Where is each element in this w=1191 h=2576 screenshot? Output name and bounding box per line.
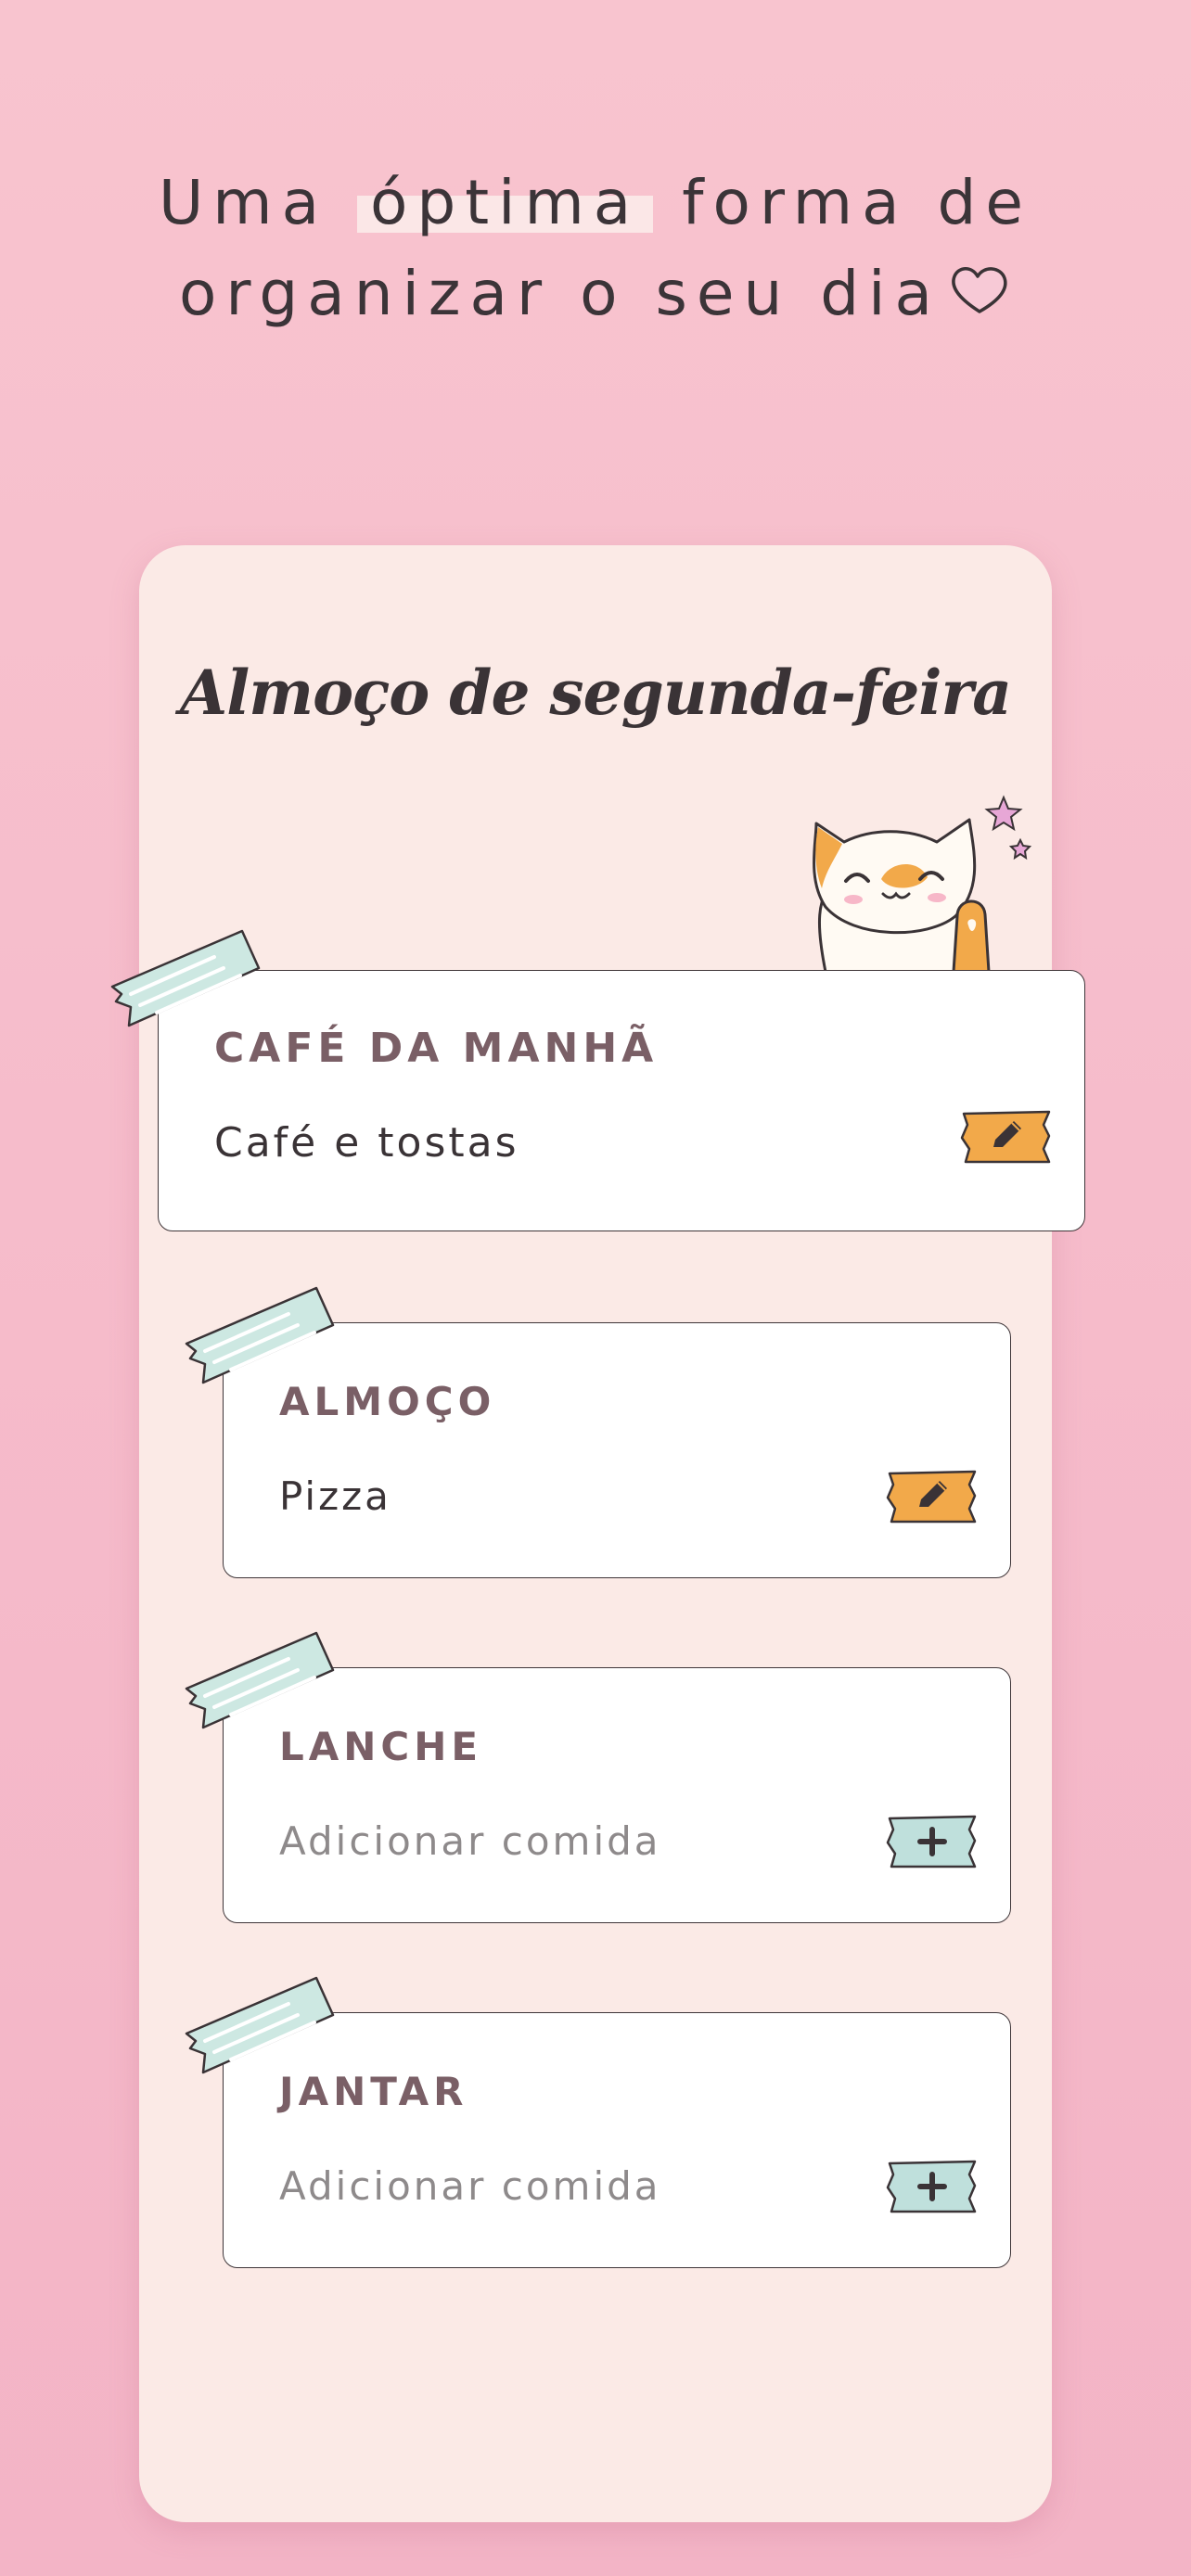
meal-value: Café e tostas [214, 1119, 519, 1167]
meal-row-snack[interactable]: LANCHE Adicionar comida [185, 1631, 1011, 1923]
headline-text: forma de [653, 167, 1033, 238]
add-button[interactable] [886, 2158, 979, 2215]
add-food-placeholder[interactable]: Adicionar comida [279, 1818, 661, 1864]
edit-button[interactable] [960, 1108, 1053, 1166]
washi-tape [185, 1631, 335, 1729]
star-icon [984, 795, 1023, 832]
meal-label: LANCHE [279, 1724, 483, 1769]
meal-label: CAFÉ DA MANHÃ [214, 1025, 659, 1072]
meal-label: ALMOÇO [279, 1379, 496, 1424]
headline-text: Uma [158, 167, 357, 238]
card-title: Almoço de segunda-feira [179, 657, 1012, 729]
meal-card: Almoço de segunda-feira CAFÉ DA MANHÃ Ca… [110, 545, 1085, 2522]
edit-button[interactable] [886, 1468, 979, 1525]
headline-text: organizar o seu dia [179, 258, 941, 329]
meal-label: JANTAR [279, 2069, 468, 2114]
headline-highlight: óptima [357, 167, 654, 238]
headline-line-2: organizar o seu dia [0, 249, 1191, 339]
add-food-placeholder[interactable]: Adicionar comida [279, 2163, 661, 2209]
meal-row-lunch[interactable]: ALMOÇO Pizza [185, 1286, 1011, 1578]
headline-line-1: Uma óptima forma de [0, 158, 1191, 249]
meal-row-dinner[interactable]: JANTAR Adicionar comida [185, 1976, 1011, 2268]
headline: Uma óptima forma de organizar o seu dia [0, 158, 1191, 339]
cat-illustration [813, 795, 1032, 972]
heart-icon [952, 266, 1007, 313]
washi-tape [110, 929, 261, 1027]
washi-tape [185, 1286, 335, 1384]
meal-row-breakfast[interactable]: CAFÉ DA MANHÃ Café e tostas [110, 929, 1085, 1231]
add-button[interactable] [886, 1813, 979, 1870]
meal-value: Pizza [279, 1473, 391, 1519]
star-icon [1008, 837, 1032, 861]
washi-tape [185, 1976, 335, 2074]
